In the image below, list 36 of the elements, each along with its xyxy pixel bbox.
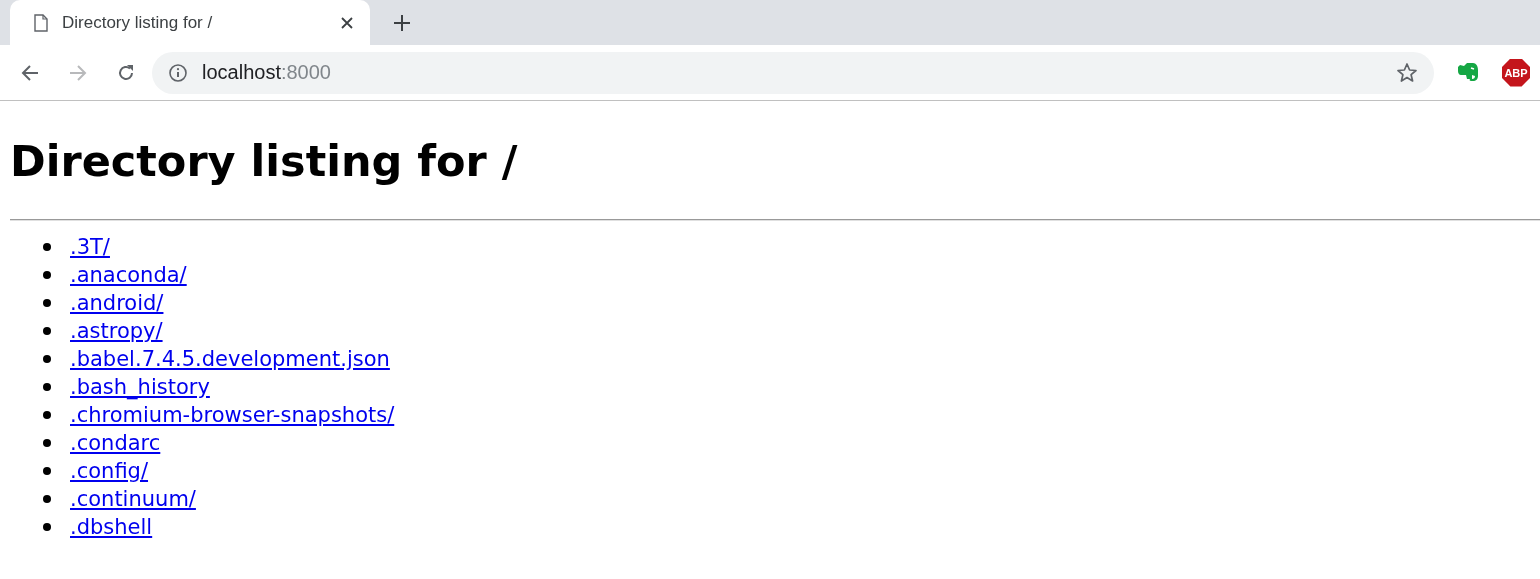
url-port: :8000 bbox=[280, 61, 331, 84]
file-link[interactable]: .config/ bbox=[70, 459, 148, 483]
new-tab-icon[interactable] bbox=[392, 12, 412, 33]
bullet bbox=[43, 411, 51, 419]
bullet bbox=[43, 355, 51, 363]
bullet bbox=[43, 243, 51, 251]
bullet bbox=[43, 467, 51, 475]
file-link[interactable]: .dbshell bbox=[70, 515, 153, 539]
file-link[interactable]: .continuum/ bbox=[70, 487, 196, 511]
file-link[interactable]: .babel.7.4.5.development.json bbox=[70, 347, 390, 371]
back-icon[interactable] bbox=[20, 62, 40, 83]
bullet bbox=[43, 299, 51, 307]
file-link[interactable]: .android/ bbox=[70, 291, 164, 315]
bullet bbox=[43, 523, 51, 531]
file-link[interactable]: .astropy/ bbox=[70, 319, 163, 343]
star-icon[interactable] bbox=[1396, 61, 1418, 84]
reload-icon[interactable] bbox=[116, 62, 136, 83]
bullet bbox=[43, 383, 51, 391]
tab-title: Directory listing for / bbox=[62, 12, 214, 33]
close-icon[interactable] bbox=[340, 15, 354, 30]
bullet bbox=[43, 327, 51, 335]
bullet bbox=[43, 439, 51, 447]
page-heading: Directory listing for / bbox=[10, 135, 519, 188]
page-icon bbox=[34, 13, 48, 32]
browser-tab[interactable]: Directory listing for / bbox=[10, 0, 370, 45]
file-link[interactable]: .chromium-browser-snapshots/ bbox=[70, 403, 395, 427]
address-bar[interactable]: localhost:8000 bbox=[152, 51, 1434, 94]
bullet bbox=[43, 271, 51, 279]
file-link[interactable]: .bash_history bbox=[70, 375, 210, 399]
file-link[interactable]: .condarc bbox=[70, 431, 161, 455]
info-icon bbox=[168, 62, 188, 83]
bullet bbox=[43, 495, 51, 503]
adblock-icon[interactable]: ABP bbox=[1502, 58, 1530, 87]
file-link[interactable]: .3T/ bbox=[70, 235, 110, 259]
file-link[interactable]: .anaconda/ bbox=[70, 263, 187, 287]
url-host: localhost bbox=[202, 61, 281, 84]
